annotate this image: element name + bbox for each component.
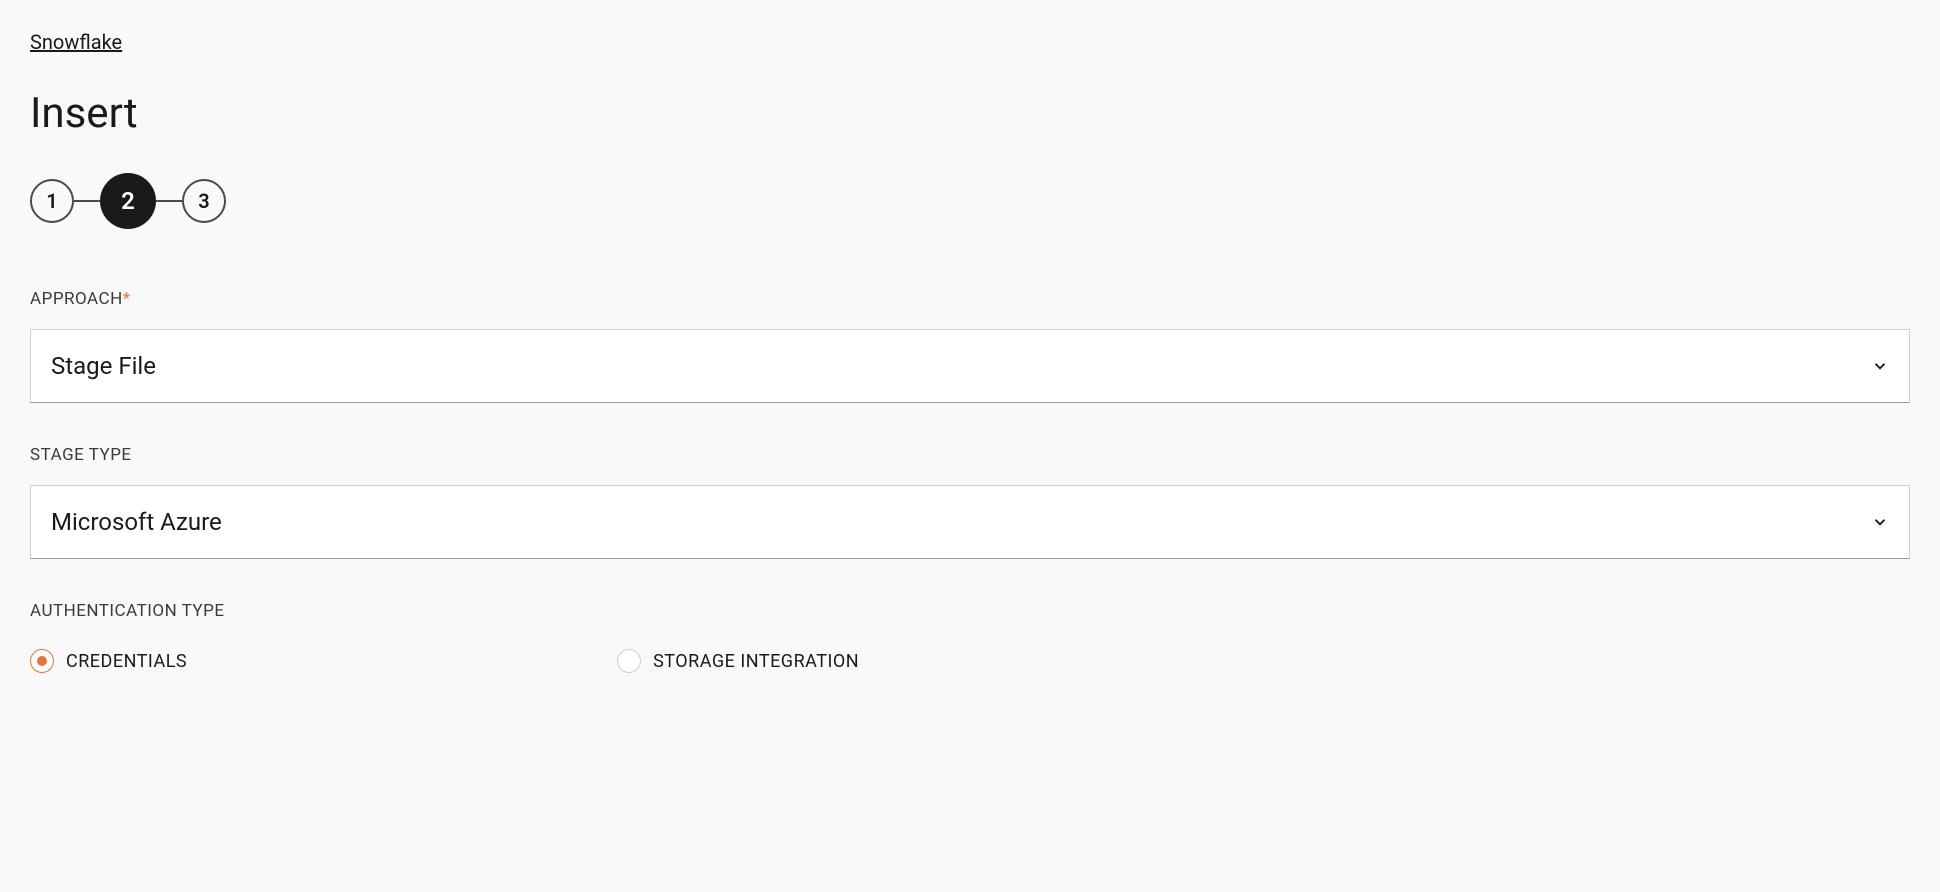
step-connector [74,200,100,202]
stage-type-label: STAGE TYPE [30,445,1910,465]
page-title: Insert [30,89,1910,138]
step-1[interactable]: 1 [30,179,74,223]
auth-type-label: AUTHENTICATION TYPE [30,601,1910,621]
step-3[interactable]: 3 [182,179,226,223]
radio-button-icon [617,649,641,673]
approach-select-value: Stage File [51,352,156,380]
approach-label-text: APPROACH [30,289,123,309]
approach-field-group: APPROACH* Stage File [30,289,1910,403]
approach-select[interactable]: Stage File [30,329,1910,403]
radio-button-icon [30,649,54,673]
approach-label: APPROACH* [30,289,1910,309]
radio-credentials[interactable]: CREDENTIALS [30,649,187,673]
chevron-down-icon [1871,357,1889,375]
stepper: 1 2 3 [30,173,1910,229]
auth-type-field-group: AUTHENTICATION TYPE CREDENTIALS STORAGE … [30,601,1910,673]
radio-credentials-label: CREDENTIALS [66,651,187,672]
radio-storage-integration[interactable]: STORAGE INTEGRATION [617,649,859,673]
chevron-down-icon [1871,513,1889,531]
breadcrumb-link[interactable]: Snowflake [30,30,122,54]
stage-type-select-value: Microsoft Azure [51,508,222,536]
step-connector [156,200,182,202]
stage-type-select[interactable]: Microsoft Azure [30,485,1910,559]
step-2-active[interactable]: 2 [100,173,156,229]
stage-type-field-group: STAGE TYPE Microsoft Azure [30,445,1910,559]
radio-storage-integration-label: STORAGE INTEGRATION [653,651,859,672]
auth-type-radio-group: CREDENTIALS STORAGE INTEGRATION [30,649,1910,673]
radio-checked-dot-icon [37,656,47,666]
required-indicator: * [123,289,131,309]
